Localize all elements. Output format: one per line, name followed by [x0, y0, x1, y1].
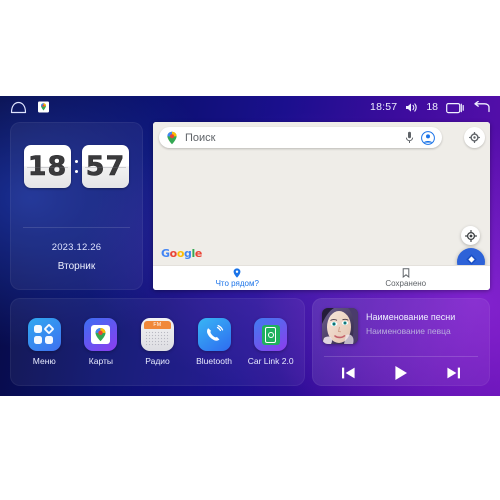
google-watermark: Google [161, 247, 202, 260]
map-nav-saved[interactable]: Сохранено [322, 266, 491, 290]
music-player-widget: Наименование песни Наименование певца [312, 298, 490, 386]
app-car-link[interactable]: Car Link 2.0 [245, 318, 297, 366]
app-dock: Меню Карты FM Радио Bluetooth Car Link 2… [10, 298, 305, 386]
home-icon[interactable] [10, 101, 27, 114]
car-infotainment-home-screen: 18:57 18 18 57 2023.12.26 Вторник Поиск … [0, 96, 500, 396]
map-search-bar[interactable]: Поиск [159, 127, 442, 148]
map-nav-nearby-label: Что рядом? [215, 279, 259, 288]
status-bar-left [10, 101, 49, 114]
map-settings-icon [468, 131, 481, 144]
skip-next-icon [446, 366, 461, 380]
my-location-button[interactable] [461, 226, 480, 245]
music-divider [324, 356, 478, 357]
app-menu-label: Меню [32, 356, 56, 366]
map-search-placeholder: Поиск [185, 131, 216, 144]
fm-badge: FM [143, 321, 171, 329]
map-settings-button[interactable] [464, 127, 485, 148]
status-bar-clock: 18:57 [370, 101, 398, 113]
app-radio[interactable]: FM Радио [131, 318, 183, 366]
song-title: Наименование песни [366, 312, 456, 322]
screenshot-root: 18:57 18 18 57 2023.12.26 Вторник Поиск … [0, 0, 500, 500]
volume-icon[interactable] [405, 102, 418, 113]
clock-colon [74, 160, 79, 173]
map-bottom-nav: Что рядом? Сохранено [153, 265, 490, 290]
clock-minutes-value: 57 [85, 151, 126, 183]
my-location-icon [464, 229, 477, 242]
song-artist: Наименование певца [366, 326, 451, 336]
maps-notification-icon[interactable] [38, 101, 49, 113]
recents-icon[interactable] [446, 101, 464, 114]
google-maps-pin-icon [166, 131, 178, 145]
flip-clock: 18 57 [19, 145, 134, 188]
microphone-icon[interactable] [405, 131, 414, 144]
app-dock-row: Меню Карты FM Радио Bluetooth Car Link 2… [10, 298, 305, 386]
previous-track-button[interactable] [335, 363, 361, 383]
map-search-actions [405, 130, 435, 145]
app-maps[interactable]: Карты [75, 318, 127, 366]
play-icon [394, 365, 408, 381]
skip-previous-icon [341, 366, 356, 380]
clock-hours: 18 [24, 145, 71, 188]
clock-weekday: Вторник [57, 261, 96, 272]
clock-date: 2023.12.26 [51, 242, 102, 253]
fm-radio-icon: FM [140, 318, 174, 351]
location-pin-icon [233, 268, 241, 278]
clock-widget[interactable]: 18 57 2023.12.26 Вторник [10, 122, 143, 290]
music-controls [322, 362, 480, 384]
status-bar: 18:57 18 [0, 96, 500, 118]
radio-speaker-grill [144, 331, 170, 346]
app-maps-label: Карты [88, 356, 113, 366]
google-maps-card[interactable]: Поиск Google Что рядом? Сохранено [153, 122, 490, 290]
back-icon[interactable] [472, 100, 490, 114]
app-car-link-label: Car Link 2.0 [247, 356, 294, 366]
next-track-button[interactable] [441, 363, 467, 383]
play-button[interactable] [388, 363, 414, 383]
google-maps-icon [84, 318, 118, 351]
volume-level: 18 [426, 101, 438, 113]
clock-divider [23, 227, 130, 228]
account-avatar-icon[interactable] [421, 130, 435, 145]
app-radio-label: Радио [145, 356, 170, 366]
app-bluetooth-label: Bluetooth [196, 356, 233, 366]
map-nav-saved-label: Сохранено [385, 279, 427, 288]
map-nav-nearby[interactable]: Что рядом? [153, 266, 322, 290]
clock-minutes: 57 [82, 145, 129, 188]
apps-grid-icon [27, 318, 61, 351]
album-art[interactable] [322, 308, 358, 344]
app-bluetooth[interactable]: Bluetooth [188, 318, 240, 366]
car-link-icon [254, 318, 288, 351]
bookmark-icon [402, 268, 410, 279]
clock-hours-value: 18 [27, 151, 68, 183]
bluetooth-phone-icon [197, 318, 231, 351]
app-menu[interactable]: Меню [18, 318, 70, 366]
status-bar-right: 18:57 18 [370, 100, 490, 114]
